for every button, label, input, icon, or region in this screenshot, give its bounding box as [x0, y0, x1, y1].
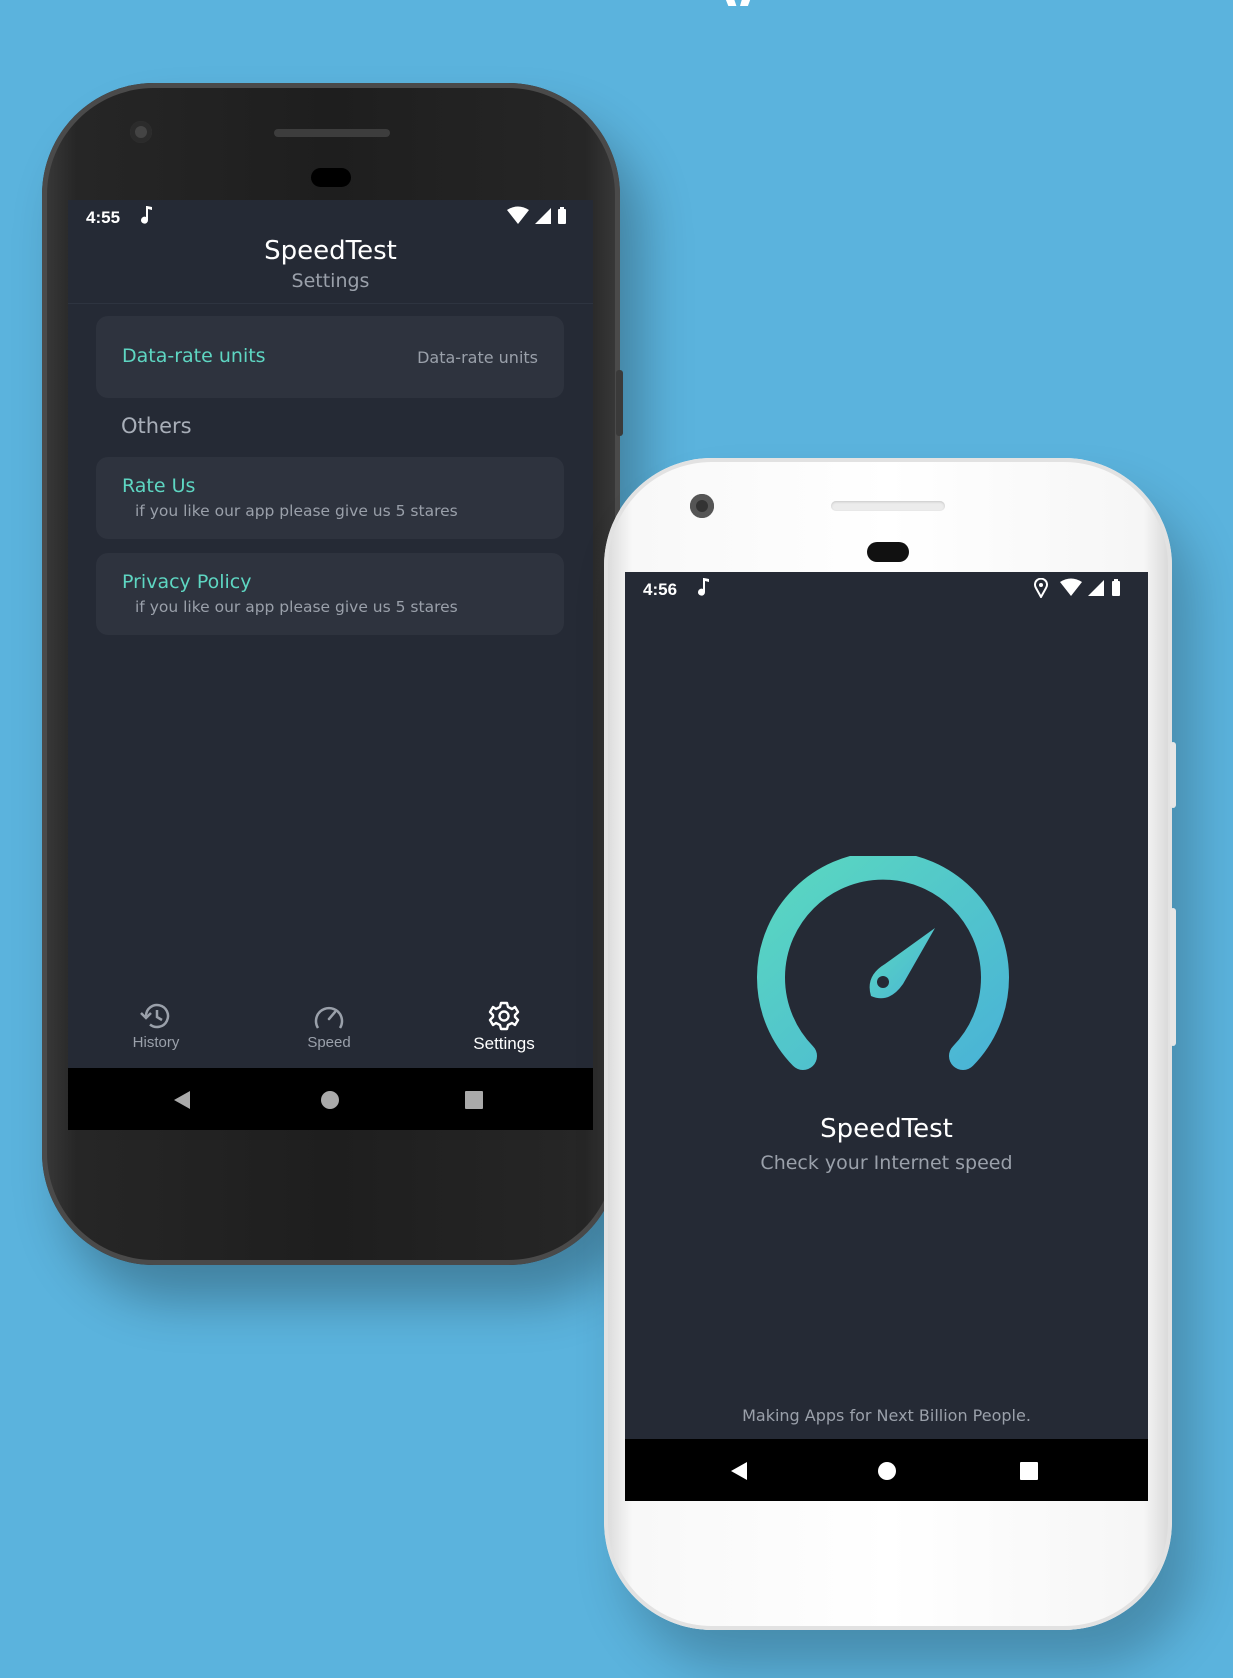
speedometer-logo: [757, 856, 1009, 1070]
dark-phone-side-button: [616, 370, 623, 436]
page-subtitle: Settings: [291, 270, 370, 292]
white-phone-camera: [690, 494, 714, 518]
nav-item-speed[interactable]: Speed: [269, 1000, 389, 1051]
nav-item-history[interactable]: History: [96, 1000, 216, 1051]
rate-us-description: if you like our app please give us 5 sta…: [135, 502, 458, 520]
tagline: Making Apps for Next Billion People.: [742, 1406, 1031, 1425]
bottom-nav: History Speed Settings: [68, 1000, 593, 1068]
nav-label-speed: Speed: [307, 1034, 351, 1051]
back-icon[interactable]: [172, 1090, 192, 1110]
home-icon[interactable]: [877, 1461, 897, 1481]
music-note-icon: [698, 578, 709, 596]
status-bar: 4:56: [625, 572, 1148, 604]
battery-icon: [1112, 581, 1120, 596]
dark-phone-speaker: [274, 129, 390, 137]
data-rate-card[interactable]: Data-rate units Data-rate units: [96, 316, 564, 398]
nav-label-history: History: [132, 1034, 180, 1051]
splash-title: SpeedTest: [820, 1114, 953, 1144]
status-bar: 4:55: [68, 200, 593, 232]
rate-us-title: Rate Us: [122, 475, 196, 497]
splash-screen: 4:56 SpeedTest Check your Internet speed…: [625, 572, 1148, 1501]
battery-icon: [558, 209, 566, 224]
system-nav-bar: [625, 1439, 1148, 1501]
system-nav-bar: [68, 1068, 593, 1130]
privacy-policy-card[interactable]: Privacy Policy if you like our app pleas…: [96, 553, 564, 635]
white-phone-sensor: [867, 542, 909, 562]
white-phone-speaker: [831, 501, 945, 511]
music-note-icon: [141, 206, 152, 224]
signal-icon: [1088, 580, 1104, 596]
recents-icon[interactable]: [1019, 1461, 1039, 1481]
speedometer-icon: [314, 1006, 344, 1029]
app-title: SpeedTest: [264, 236, 397, 266]
wifi-icon: [507, 206, 529, 224]
header-divider: [68, 303, 593, 304]
white-phone-side-button-bottom: [1170, 908, 1176, 1046]
location-icon: [1034, 578, 1048, 598]
settings-screen: 4:55 SpeedTest Settings Data-rate units …: [68, 200, 593, 1130]
nav-item-settings[interactable]: Settings: [444, 1000, 564, 1054]
section-title-others: Others: [121, 414, 192, 438]
status-time: 4:55: [86, 208, 121, 227]
history-icon: [140, 1003, 170, 1029]
rate-us-card[interactable]: Rate Us if you like our app please give …: [96, 457, 564, 539]
status-icons: [507, 206, 566, 224]
app-header: SpeedTest Settings: [68, 236, 593, 292]
data-rate-label: Data-rate units: [122, 345, 266, 367]
status-icons: [1034, 578, 1120, 598]
back-icon[interactable]: [729, 1461, 749, 1481]
status-time: 4:56: [643, 580, 678, 599]
nav-label-settings: Settings: [473, 1034, 535, 1053]
wifi-icon: [1060, 578, 1082, 596]
home-icon[interactable]: [320, 1090, 340, 1110]
dark-phone-sensor: [311, 168, 351, 187]
recents-icon[interactable]: [464, 1090, 484, 1110]
privacy-policy-title: Privacy Policy: [122, 571, 252, 593]
signal-icon: [535, 208, 551, 224]
privacy-policy-description: if you like our app please give us 5 sta…: [135, 598, 458, 616]
splash-subtitle: Check your Internet speed: [760, 1152, 1013, 1174]
white-phone-side-button-top: [1170, 742, 1176, 808]
headline-fragment: y: [720, 0, 780, 6]
dark-phone-camera: [130, 121, 152, 143]
gear-icon: [488, 1001, 520, 1031]
data-rate-value: Data-rate units: [417, 348, 538, 367]
